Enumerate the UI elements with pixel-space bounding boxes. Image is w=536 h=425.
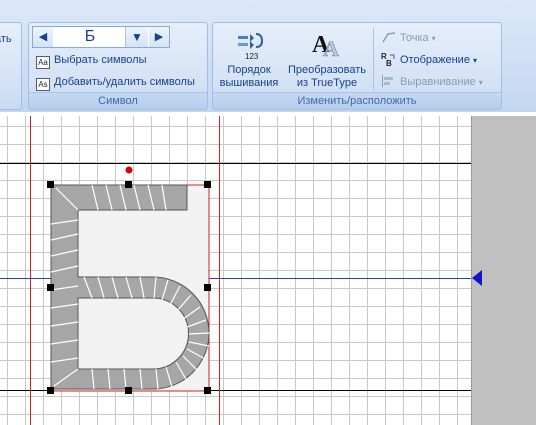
select-symbols-label: Выбрать символы [54, 54, 147, 66]
ribbon: ать Символ ◀ Б ▼ ▶ Aa Выбрать символы As Д… [0, 0, 536, 113]
group-title-modify: Изменить/расположить [213, 92, 501, 109]
design-canvas[interactable] [0, 116, 471, 425]
embroidery-order-icon: 123 [238, 33, 264, 61]
add-remove-symbols-label: Добавить/удалить символы [54, 76, 195, 88]
display-label: Отображение [400, 54, 470, 66]
display-button[interactable]: R B Отображение ▾ [381, 51, 477, 69]
embroidery-order-button[interactable]: 123 Порядок вышивания [216, 30, 282, 90]
group-title-symbol: Символ [29, 92, 207, 109]
ribbon-group-partial: ать [0, 22, 22, 110]
select-symbols-icon: Aa [36, 56, 50, 69]
previous-symbol-button[interactable]: ◀ [33, 27, 53, 47]
point-button[interactable]: Точка ▾ [381, 29, 436, 47]
handle-bottom-left [47, 387, 54, 394]
embroidery-order-badge: 123 [245, 52, 259, 61]
alignment-button[interactable]: Выравнивание ▾ [381, 73, 483, 91]
point-icon [382, 32, 396, 43]
embroidery-order-label-1: Порядок [227, 64, 271, 76]
display-icon: R B [381, 52, 395, 68]
letter-glyph[interactable] [0, 116, 471, 425]
handle-top-left [47, 181, 54, 188]
convert-truetype-button[interactable]: A A Преобразовать из TrueType [283, 30, 371, 90]
handle-bottom-right [204, 387, 211, 394]
symbol-navigator: ◀ Б ▼ ▶ [32, 26, 170, 48]
ribbon-separator [373, 28, 374, 90]
alignment-icon [382, 75, 393, 87]
handle-bottom-center [125, 387, 132, 394]
baseline-marker-icon[interactable] [472, 270, 482, 286]
convert-truetype-label-1: Преобразовать [287, 64, 367, 76]
handle-middle-right [204, 284, 211, 291]
embroidery-order-label-2: вышивания [219, 77, 279, 89]
select-symbols-button[interactable]: Aa Выбрать символы [36, 51, 147, 69]
add-remove-symbols-icon: As [36, 78, 50, 91]
rotation-handle [125, 166, 133, 174]
handle-middle-left [47, 284, 54, 291]
handle-top-center [125, 181, 132, 188]
point-label: Точка [400, 32, 429, 44]
svg-text:B: B [386, 59, 392, 66]
alignment-label: Выравнивание [400, 76, 476, 88]
convert-truetype-label-2: из TrueType [296, 77, 358, 89]
next-symbol-button[interactable]: ▶ [149, 27, 169, 47]
add-remove-symbols-button[interactable]: As Добавить/удалить символы [36, 73, 195, 91]
current-symbol-value[interactable]: Б [55, 27, 125, 47]
symbol-dropdown-button[interactable]: ▼ [125, 27, 148, 47]
truetype-glyph-light: A [323, 36, 339, 61]
handle-top-right [204, 181, 211, 188]
partial-group-label[interactable]: ать [0, 33, 12, 45]
convert-truetype-icon: A A [312, 32, 339, 61]
